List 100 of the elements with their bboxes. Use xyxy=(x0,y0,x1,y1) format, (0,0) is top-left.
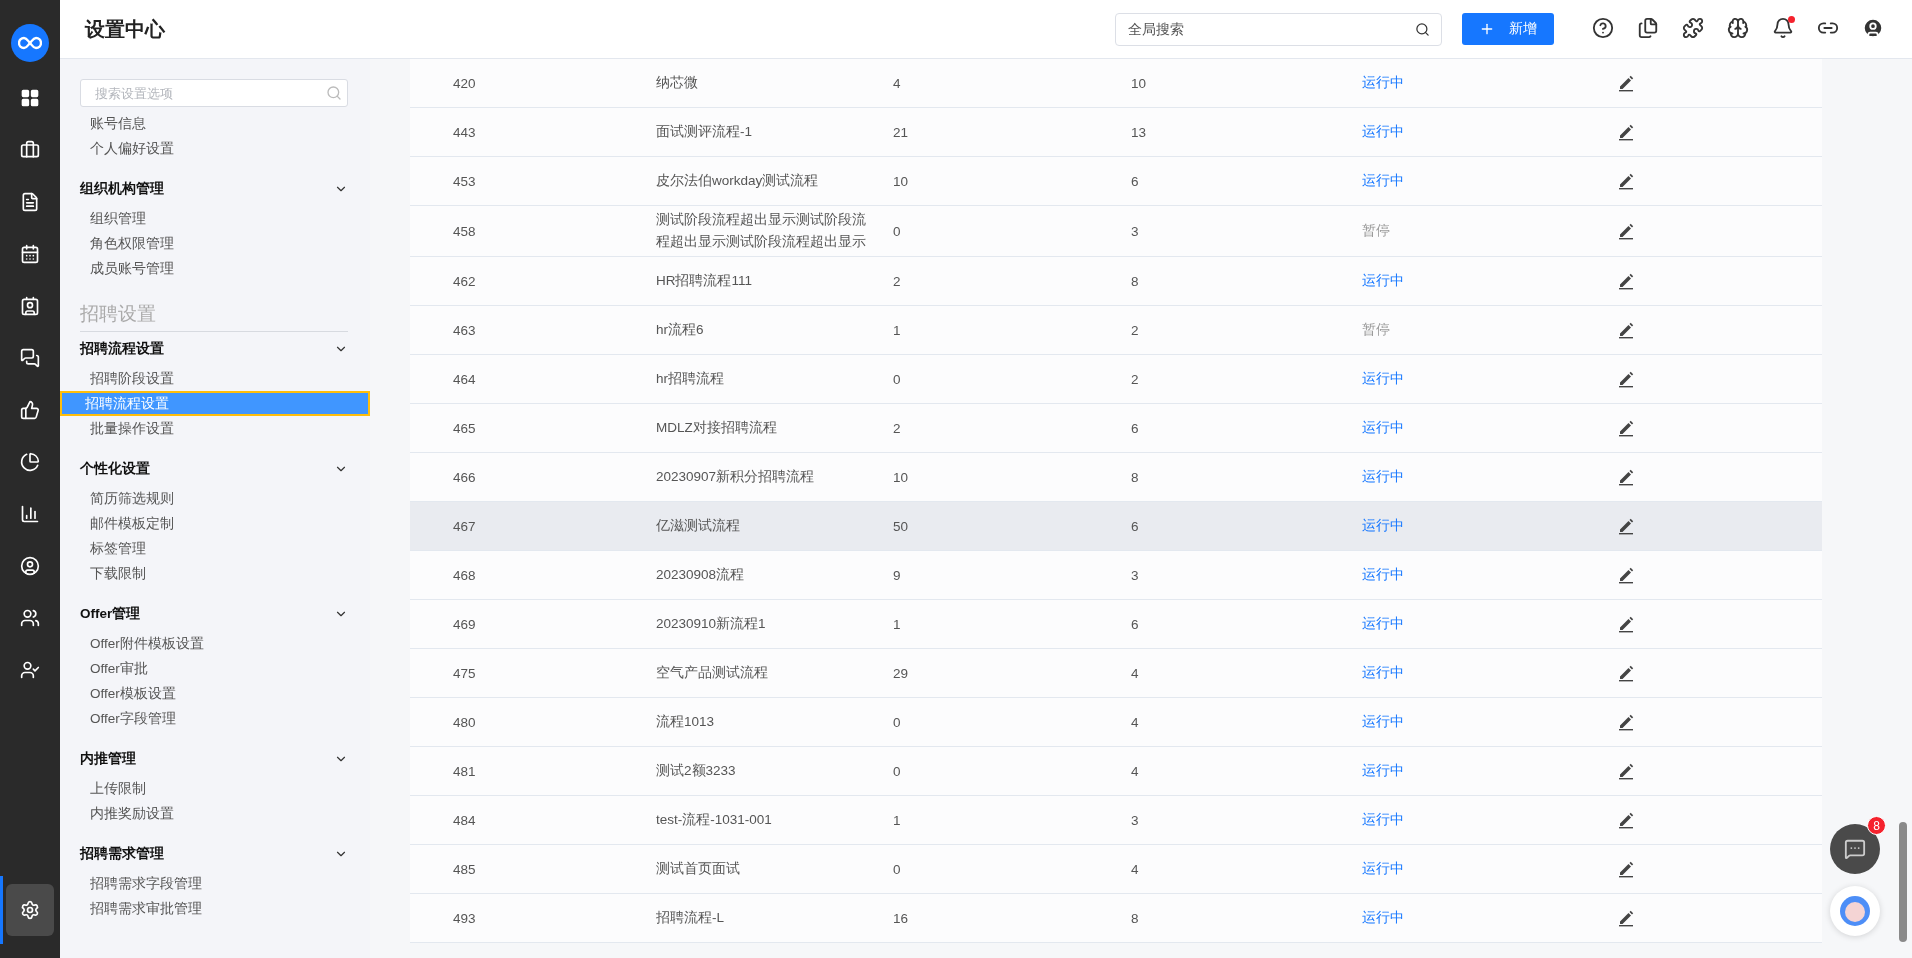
menu-item[interactable]: 角色权限管理 xyxy=(80,231,348,256)
bar-chart-icon[interactable] xyxy=(20,504,40,524)
menu-item[interactable]: 内推奖励设置 xyxy=(80,801,348,826)
menu-item[interactable]: 标签管理 xyxy=(80,536,348,561)
menu-item[interactable]: 招聘需求字段管理 xyxy=(80,871,348,896)
edit-icon[interactable] xyxy=(1617,468,1635,486)
chat-icon xyxy=(1844,838,1866,860)
edit-icon[interactable] xyxy=(1617,811,1635,829)
edit-icon[interactable] xyxy=(1617,615,1635,633)
menu-item[interactable]: Offer模板设置 xyxy=(80,681,348,706)
table-cell: 3 xyxy=(1131,223,1139,239)
menu-item[interactable]: 上传限制 xyxy=(80,776,348,801)
scrollbar-thumb[interactable] xyxy=(1899,822,1907,942)
menu-item[interactable]: 成员账号管理 xyxy=(80,256,348,281)
briefcase-icon[interactable] xyxy=(20,140,40,160)
table-cell: 6 xyxy=(1131,518,1139,534)
thumbs-up-icon[interactable] xyxy=(20,400,40,420)
table-cell: 8 xyxy=(1131,910,1139,926)
edit-icon[interactable] xyxy=(1617,222,1635,240)
avatar-icon xyxy=(1837,893,1873,929)
status-text: 运行中 xyxy=(1362,566,1404,584)
puzzle-icon[interactable] xyxy=(1682,17,1706,41)
status-text: 暂停 xyxy=(1362,222,1390,240)
settings-icon[interactable] xyxy=(20,900,40,920)
group-title[interactable]: Offer管理 xyxy=(80,604,141,623)
menu-item[interactable]: 批量操作设置 xyxy=(80,416,348,441)
table-cell-text: 招聘流程-L xyxy=(656,909,725,927)
edit-icon[interactable] xyxy=(1617,370,1635,388)
new-button[interactable]: 新增 xyxy=(1462,13,1554,45)
table-cell: 464 xyxy=(453,371,476,387)
people-icon[interactable] xyxy=(20,608,40,628)
edit-icon[interactable] xyxy=(1617,517,1635,535)
assistant-button[interactable] xyxy=(1830,886,1880,936)
group-title[interactable]: 内推管理 xyxy=(80,749,136,768)
status-text: 运行中 xyxy=(1362,272,1404,290)
table-cell: 2 xyxy=(893,273,901,289)
document-icon[interactable] xyxy=(20,192,40,212)
table-cell: 4 xyxy=(1131,665,1139,681)
table-cell-text: 20230910新流程1 xyxy=(656,615,767,633)
menu-item[interactable]: Offer审批 xyxy=(80,656,348,681)
menu-item[interactable]: 简历筛选规则 xyxy=(80,486,348,511)
edit-icon[interactable] xyxy=(1617,860,1635,878)
search-icon[interactable] xyxy=(1415,21,1430,37)
menu-item[interactable]: 下载限制 xyxy=(80,561,348,586)
table-cell: 420 xyxy=(453,75,476,91)
group-title[interactable]: 招聘需求管理 xyxy=(80,844,164,863)
table-cell: 9 xyxy=(893,567,901,583)
settings-search-field[interactable]: 搜索设置选项 xyxy=(80,79,348,107)
table-cell: 458 xyxy=(453,223,476,239)
logo-icon[interactable] xyxy=(11,24,49,62)
user-circle-icon[interactable] xyxy=(20,556,40,576)
table-cell: 0 xyxy=(893,714,901,730)
table-cell-text: 皮尔法伯workday测试流程 xyxy=(656,172,820,190)
menu-item[interactable]: 组织管理 xyxy=(80,206,348,231)
menu-item[interactable]: Offer附件模板设置 xyxy=(80,631,348,656)
head-icon[interactable] xyxy=(1727,17,1751,41)
calendar-icon[interactable] xyxy=(20,244,40,264)
table-cell-text: 20230907新积分招聘流程 xyxy=(656,468,816,486)
group-title[interactable]: 个性化设置 xyxy=(80,459,150,478)
edit-icon[interactable] xyxy=(1617,664,1635,682)
table-cell: 6 xyxy=(1131,173,1139,189)
menu-item[interactable]: 账号信息 xyxy=(80,111,348,136)
chat-bubbles-icon[interactable] xyxy=(20,348,40,368)
status-text: 运行中 xyxy=(1362,762,1404,780)
edit-icon[interactable] xyxy=(1617,74,1635,92)
menu-item[interactable]: Offer字段管理 xyxy=(80,706,348,731)
table-cell: 4 xyxy=(1131,714,1139,730)
table-cell-text: 测试首页面试 xyxy=(656,860,741,878)
edit-icon[interactable] xyxy=(1617,123,1635,141)
edit-icon[interactable] xyxy=(1617,909,1635,927)
plus-icon xyxy=(1479,21,1495,37)
menu-item[interactable]: 招聘需求审批管理 xyxy=(80,896,348,921)
status-text: 运行中 xyxy=(1362,74,1404,92)
edit-icon[interactable] xyxy=(1617,762,1635,780)
help-icon[interactable] xyxy=(1592,17,1616,41)
id-card-icon[interactable] xyxy=(20,296,40,316)
page-title: 设置中心 xyxy=(85,16,166,42)
table-cell: 443 xyxy=(453,124,476,140)
edit-icon[interactable] xyxy=(1617,321,1635,339)
menu-item[interactable]: 招聘阶段设置 xyxy=(80,366,348,391)
table-cell-text: MDLZ对接招聘流程 xyxy=(656,419,778,437)
table-cell: 10 xyxy=(893,173,909,189)
menu-item[interactable]: 个人偏好设置 xyxy=(80,136,348,161)
dashboard-icon[interactable] xyxy=(20,88,40,108)
menu-item[interactable]: 邮件模板定制 xyxy=(80,511,348,536)
edit-icon[interactable] xyxy=(1617,172,1635,190)
table-cell: 485 xyxy=(453,861,476,877)
table-cell: 8 xyxy=(1131,469,1139,485)
group-title[interactable]: 招聘流程设置 xyxy=(80,339,164,358)
group-title[interactable]: 组织机构管理 xyxy=(80,179,164,198)
bell-icon[interactable] xyxy=(1772,17,1796,41)
table-cell: 2 xyxy=(1131,371,1139,387)
user-check-icon[interactable] xyxy=(20,660,40,680)
pie-chart-icon[interactable] xyxy=(20,452,40,472)
edit-icon[interactable] xyxy=(1617,566,1635,584)
table-cell: 475 xyxy=(453,665,476,681)
search-field[interactable]: 全局搜索 xyxy=(1115,12,1442,46)
edit-icon[interactable] xyxy=(1617,419,1635,437)
edit-icon[interactable] xyxy=(1617,272,1635,290)
edit-icon[interactable] xyxy=(1617,713,1635,731)
